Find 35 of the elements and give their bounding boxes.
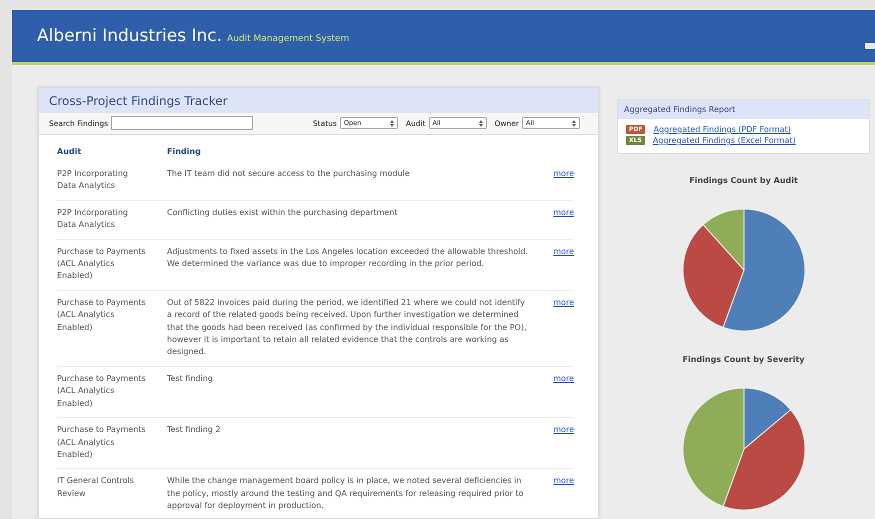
more-link[interactable]: more (553, 168, 574, 193)
finding-cell-text: Adjustments to fixed assets in the Los Angeles location exceeded the allowable threshold. We determined the variance was due to improper recording in the prior period. (167, 246, 529, 270)
company-name: Alberni Industries Inc. (37, 26, 222, 46)
finding-cell-text: Conflicting duties exist within the purchasing department (167, 206, 399, 219)
finding-cell-text: Test finding 2 (167, 424, 222, 436)
updown-icon (478, 120, 482, 126)
report-link[interactable]: Aggregated Findings (PDF Format) (653, 125, 791, 134)
app-subtitle: Audit Management System (227, 34, 350, 44)
more-link[interactable]: more (553, 475, 574, 513)
finding-cell-text: The IT team did not secure access to the purchasing module (167, 168, 411, 180)
finding-cell-text: Out of 5822 invoices paid during the period, we identified 21 where we could not identify a record of the related goods being received. Upon further investigation we determined that the goods had been received (as confirmed by the individual responsible for the PO), however it is important to retain all related evidence that the controls are working as designed. (167, 296, 528, 358)
more-link[interactable]: more (553, 206, 574, 232)
audit-cell-text: Purchase to Payments (ACL Analytics Enabled) (57, 372, 147, 410)
more-link[interactable]: more (553, 372, 574, 410)
chart-title: Findings Count by Severity (682, 355, 804, 364)
column-header: Finding (167, 147, 202, 156)
panel-title: Cross-Project Findings Tracker (39, 88, 598, 113)
finding-cell-text: While the change management board policy is in place, we noted several deficiencies in the policy, mostly around the testing and QA requirements for releasing required prior to approval for deployment in production. (167, 475, 525, 512)
more-link[interactable]: more (553, 296, 574, 359)
updown-icon (572, 120, 576, 126)
finding-cell-text: Test finding (167, 372, 214, 385)
report-title: Aggregated Findings Report (618, 100, 869, 119)
more-link[interactable]: more (553, 424, 574, 462)
more-link[interactable]: more (553, 246, 574, 283)
audit-cell-text: Purchase to Payments (ACL Analytics Enabled) (57, 296, 147, 334)
audit-cell-text: P2P Incorporating Data Analytics (57, 206, 129, 232)
audit-cell-text: IT General Controls Review (57, 475, 135, 500)
audit-cell-text: P2P Incorporating Data Analytics (57, 168, 129, 192)
updown-icon (390, 120, 394, 126)
chart-title: Findings Count by Audit (689, 176, 798, 185)
report-link[interactable]: Aggregated Findings (Excel Format) (652, 136, 796, 145)
search-field[interactable] (111, 116, 254, 130)
audit-cell-text: Purchase to Payments (ACL Analytics Enabled) (57, 246, 147, 282)
column-header: Audit (57, 147, 82, 156)
audit-cell-text: Purchase to Payments (ACL Analytics Enabled) (57, 424, 147, 461)
